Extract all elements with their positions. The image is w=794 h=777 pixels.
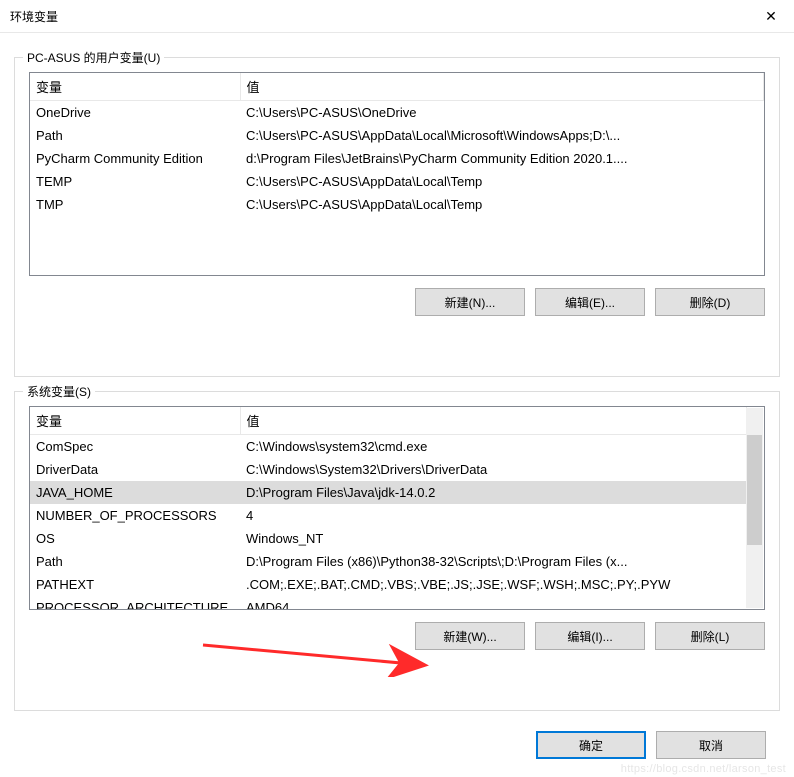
cell-value: C:\Users\PC-ASUS\AppData\Local\Temp [240,170,764,193]
table-row[interactable]: NUMBER_OF_PROCESSORS4 [30,504,747,527]
table-row[interactable]: DriverDataC:\Windows\System32\Drivers\Dr… [30,458,747,481]
table-row[interactable]: TEMPC:\Users\PC-ASUS\AppData\Local\Temp [30,170,764,193]
cell-variable: Path [30,550,240,573]
user-col-variable[interactable]: 变量 [30,73,240,101]
user-delete-button[interactable]: 删除(D) [655,288,765,316]
cell-variable: PyCharm Community Edition [30,147,240,170]
titlebar: 环境变量 ✕ [0,0,794,33]
system-scrollbar[interactable] [746,408,763,608]
cell-value: C:\Users\PC-ASUS\AppData\Local\Microsoft… [240,124,764,147]
system-col-value[interactable]: 值 [240,407,747,435]
system-scrollbar-thumb[interactable] [747,435,762,545]
cell-variable: TEMP [30,170,240,193]
cell-value: C:\Windows\System32\Drivers\DriverData [240,458,747,481]
cell-variable: OneDrive [30,101,240,125]
cell-variable: NUMBER_OF_PROCESSORS [30,504,240,527]
cell-value: D:\Program Files\Java\jdk-14.0.2 [240,481,747,504]
env-vars-window: 环境变量 ✕ PC-ASUS 的用户变量(U) 变量 值 OneDriveC:\… [0,0,794,777]
user-vars-buttons: 新建(N)... 编辑(E)... 删除(D) [29,288,765,316]
user-vars-table[interactable]: 变量 值 OneDriveC:\Users\PC-ASUS\OneDrivePa… [30,73,764,216]
user-col-value[interactable]: 值 [240,73,764,101]
cell-variable: Path [30,124,240,147]
table-row[interactable]: PathD:\Program Files (x86)\Python38-32\S… [30,550,747,573]
ok-button[interactable]: 确定 [536,731,646,759]
cell-variable: TMP [30,193,240,216]
watermark: https://blog.csdn.net/larson_test [621,763,786,775]
cell-value: C:\Windows\system32\cmd.exe [240,435,747,459]
cancel-button[interactable]: 取消 [656,731,766,759]
cell-value: D:\Program Files (x86)\Python38-32\Scrip… [240,550,747,573]
close-icon[interactable]: ✕ [748,0,794,32]
cell-variable: ComSpec [30,435,240,459]
user-vars-group-label: PC-ASUS 的用户变量(U) [23,49,164,66]
table-row[interactable]: PathC:\Users\PC-ASUS\AppData\Local\Micro… [30,124,764,147]
user-vars-table-wrap: 变量 值 OneDriveC:\Users\PC-ASUS\OneDrivePa… [29,72,765,276]
table-row[interactable]: ComSpecC:\Windows\system32\cmd.exe [30,435,747,459]
dialog-body: PC-ASUS 的用户变量(U) 变量 值 OneDriveC:\Users\P… [0,33,794,711]
system-col-variable[interactable]: 变量 [30,407,240,435]
user-edit-button[interactable]: 编辑(E)... [535,288,645,316]
cell-value: C:\Users\PC-ASUS\AppData\Local\Temp [240,193,764,216]
user-new-button[interactable]: 新建(N)... [415,288,525,316]
table-row[interactable]: TMPC:\Users\PC-ASUS\AppData\Local\Temp [30,193,764,216]
system-vars-table-wrap: 变量 值 ComSpecC:\Windows\system32\cmd.exeD… [29,406,765,610]
cell-value: d:\Program Files\JetBrains\PyCharm Commu… [240,147,764,170]
table-row[interactable]: OSWindows_NT [30,527,747,550]
table-row[interactable]: PROCESSOR_ARCHITECTUREAMD64 [30,596,747,610]
cell-value: 4 [240,504,747,527]
user-vars-group: PC-ASUS 的用户变量(U) 变量 值 OneDriveC:\Users\P… [14,57,780,377]
cell-variable: PROCESSOR_ARCHITECTURE [30,596,240,610]
cell-value: C:\Users\PC-ASUS\OneDrive [240,101,764,125]
table-row[interactable]: JAVA_HOMED:\Program Files\Java\jdk-14.0.… [30,481,747,504]
dialog-buttons: 确定 取消 [536,731,766,759]
cell-variable: DriverData [30,458,240,481]
system-edit-button[interactable]: 编辑(I)... [535,622,645,650]
cell-variable: OS [30,527,240,550]
cell-value: AMD64 [240,596,747,610]
system-vars-buttons: 新建(W)... 编辑(I)... 删除(L) [29,622,765,650]
cell-variable: PATHEXT [30,573,240,596]
cell-value: .COM;.EXE;.BAT;.CMD;.VBS;.VBE;.JS;.JSE;.… [240,573,747,596]
system-delete-button[interactable]: 删除(L) [655,622,765,650]
system-vars-group: 系统变量(S) 变量 值 ComSpecC:\Windows\system32\… [14,391,780,711]
window-title: 环境变量 [10,8,748,25]
cell-value: Windows_NT [240,527,747,550]
system-new-button[interactable]: 新建(W)... [415,622,525,650]
cell-variable: JAVA_HOME [30,481,240,504]
table-row[interactable]: PATHEXT.COM;.EXE;.BAT;.CMD;.VBS;.VBE;.JS… [30,573,747,596]
system-vars-group-label: 系统变量(S) [23,383,95,400]
table-row[interactable]: PyCharm Community Editiond:\Program File… [30,147,764,170]
table-row[interactable]: OneDriveC:\Users\PC-ASUS\OneDrive [30,101,764,125]
system-vars-table[interactable]: 变量 值 ComSpecC:\Windows\system32\cmd.exeD… [30,407,747,610]
